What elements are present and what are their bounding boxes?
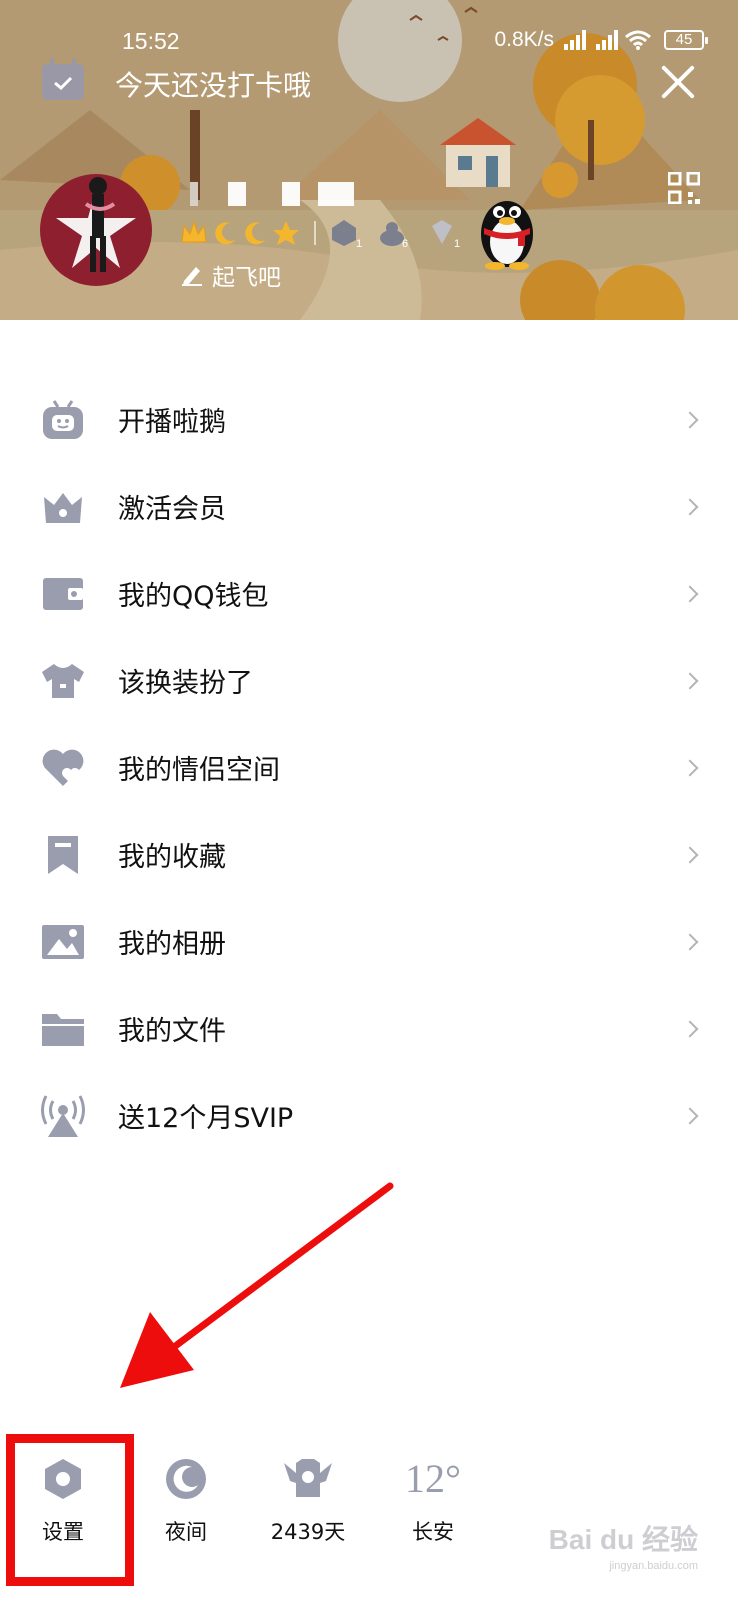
menu-item-outfit[interactable]: 该换装扮了 bbox=[0, 637, 738, 724]
qq-age-days: 2439天 bbox=[270, 1520, 346, 1544]
temperature-value: 12° bbox=[405, 1456, 461, 1501]
qq-age-button[interactable]: 2439天 bbox=[253, 1450, 363, 1546]
qq-penguin-icon[interactable] bbox=[474, 186, 540, 270]
menu-item-label: 我的相册 bbox=[118, 929, 226, 960]
baidu-jingyan-watermark: Bai du 经验 jingyan.baidu.com bbox=[549, 1518, 698, 1572]
chevron-right-icon bbox=[681, 1107, 699, 1124]
shirt-icon bbox=[40, 658, 86, 704]
menu-item-label: 我的QQ钱包 bbox=[118, 581, 269, 612]
watermark-text: Bai du 经验 bbox=[548, 1524, 698, 1555]
menu-item-label: 该换装扮了 bbox=[118, 668, 253, 699]
menu-item-label: 送12个月SVIP bbox=[118, 1103, 294, 1134]
status-bar-right: 0.8K/s 45 bbox=[494, 28, 708, 52]
checkin-prompt[interactable]: 今天还没打卡哦 bbox=[115, 64, 311, 104]
hd-signal-icon bbox=[560, 30, 586, 50]
signature[interactable]: 起飞吧 bbox=[180, 258, 281, 292]
close-icon[interactable] bbox=[658, 62, 698, 102]
heart-icon bbox=[40, 745, 86, 791]
weather-city: 长安 bbox=[412, 1520, 454, 1544]
hd-signal-icon bbox=[592, 30, 618, 50]
moon-icon bbox=[131, 1450, 241, 1508]
chevron-right-icon bbox=[681, 498, 699, 515]
profile-header: 15:52 0.8K/s 45 今天还没打卡哦 1 6 1 起飞吧 bbox=[0, 0, 738, 320]
folder-icon bbox=[40, 1006, 86, 1052]
qq-age-badge-icon bbox=[253, 1450, 363, 1508]
bookmark-icon bbox=[40, 832, 86, 878]
status-time: 15:52 bbox=[122, 28, 180, 54]
image-icon bbox=[40, 919, 86, 965]
qr-code-icon[interactable] bbox=[668, 172, 700, 204]
nickname-redacted bbox=[174, 182, 364, 212]
menu-item-wallet[interactable]: 我的QQ钱包 bbox=[0, 550, 738, 637]
menu-item-files[interactable]: 我的文件 bbox=[0, 985, 738, 1072]
menu-item-label: 我的收藏 bbox=[118, 842, 226, 873]
crown-icon bbox=[181, 220, 207, 243]
signature-text: 起飞吧 bbox=[212, 265, 281, 291]
crown-icon bbox=[40, 484, 86, 530]
avatar[interactable] bbox=[40, 174, 152, 286]
weather-button[interactable]: 12° 长安 bbox=[378, 1450, 488, 1546]
menu-item-svip-gift[interactable]: 送12个月SVIP bbox=[0, 1072, 738, 1159]
svg-text:1: 1 bbox=[454, 238, 460, 248]
menu-item-couple-space[interactable]: 我的情侣空间 bbox=[0, 724, 738, 811]
night-mode-label: 夜间 bbox=[165, 1520, 207, 1544]
menu-item-live[interactable]: 开播啦鹅 bbox=[0, 376, 738, 463]
edit-pencil-icon bbox=[182, 267, 202, 286]
moon-icon bbox=[245, 222, 265, 245]
antenna-icon bbox=[40, 1093, 86, 1139]
svg-text:1: 1 bbox=[356, 238, 362, 248]
annotation-highlight-box bbox=[6, 1434, 134, 1586]
menu-item-album[interactable]: 我的相册 bbox=[0, 898, 738, 985]
star-icon bbox=[273, 221, 299, 245]
watermark-url: jingyan.baidu.com bbox=[609, 1560, 698, 1572]
menu-item-label: 开播啦鹅 bbox=[118, 407, 226, 438]
chevron-right-icon bbox=[681, 585, 699, 602]
drawer-menu: 开播啦鹅 激活会员 我的QQ钱包 该换装扮了 我的情侣空间 我的收藏 我的相册 … bbox=[0, 376, 738, 1159]
menu-item-vip[interactable]: 激活会员 bbox=[0, 463, 738, 550]
medal-icon: 6 bbox=[380, 222, 408, 248]
battery-icon: 45 bbox=[664, 30, 708, 50]
menu-item-label: 激活会员 bbox=[118, 494, 226, 525]
chevron-right-icon bbox=[681, 759, 699, 776]
menu-item-label: 我的情侣空间 bbox=[118, 755, 280, 786]
chevron-right-icon bbox=[681, 672, 699, 689]
network-speed: 0.8K/s bbox=[494, 28, 554, 51]
tv-robot-icon bbox=[40, 397, 86, 443]
temperature-display: 12° bbox=[378, 1450, 488, 1508]
chevron-right-icon bbox=[681, 411, 699, 428]
menu-item-label: 我的文件 bbox=[118, 1016, 226, 1047]
wallet-icon bbox=[40, 571, 86, 617]
moon-icon bbox=[215, 222, 235, 245]
wifi-icon bbox=[625, 30, 651, 50]
svg-text:6: 6 bbox=[402, 238, 408, 248]
menu-item-favorites[interactable]: 我的收藏 bbox=[0, 811, 738, 898]
medal-icon: 1 bbox=[332, 220, 362, 248]
vip-badges[interactable]: 1 6 1 bbox=[180, 218, 464, 248]
annotation-arrow bbox=[120, 1182, 394, 1388]
chevron-right-icon bbox=[681, 846, 699, 863]
badge-divider bbox=[314, 221, 316, 245]
chevron-right-icon bbox=[681, 1020, 699, 1037]
chevron-right-icon bbox=[681, 933, 699, 950]
medal-icon: 1 bbox=[432, 220, 460, 248]
night-mode-button[interactable]: 夜间 bbox=[131, 1450, 241, 1546]
calendar-checkin-icon[interactable] bbox=[42, 58, 84, 100]
